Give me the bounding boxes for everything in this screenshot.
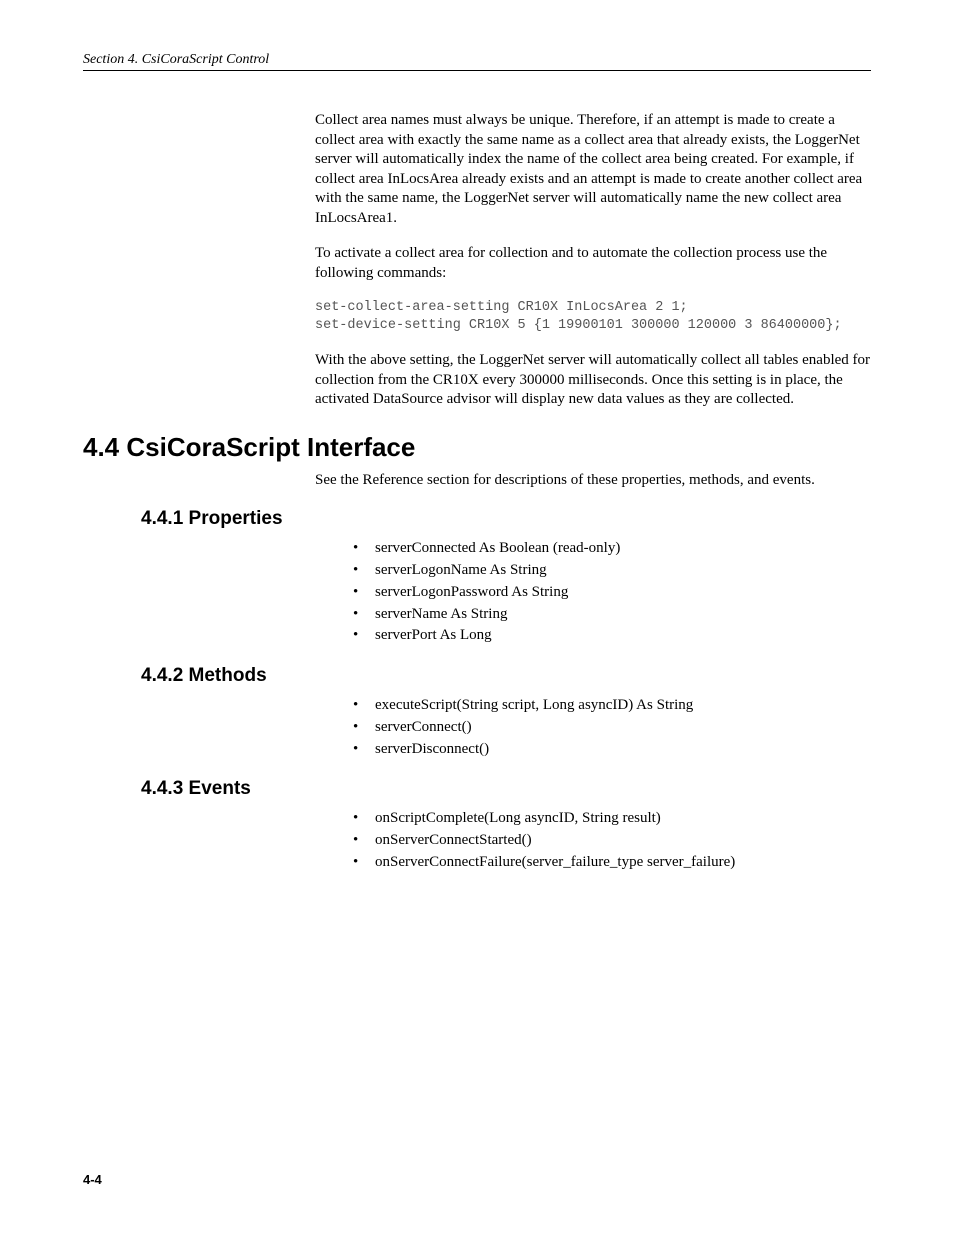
- heading-events: 4.4.3 Events: [141, 778, 871, 800]
- list-item: executeScript(String script, Long asyncI…: [353, 695, 871, 717]
- header-rule: [83, 70, 871, 71]
- list-item: serverLogonPassword As String: [353, 582, 871, 604]
- properties-list: serverConnected As Boolean (read-only) s…: [83, 538, 871, 647]
- page-number: 4-4: [83, 1172, 102, 1187]
- list-item: serverDisconnect(): [353, 739, 871, 761]
- list-item: onScriptComplete(Long asyncID, String re…: [353, 808, 871, 830]
- methods-list: executeScript(String script, Long asyncI…: [83, 695, 871, 760]
- list-item: onServerConnectFailure(server_failure_ty…: [353, 852, 871, 874]
- code-block-commands: set-collect-area-setting CR10X InLocsAre…: [315, 299, 871, 335]
- heading-methods: 4.4.2 Methods: [141, 665, 871, 687]
- list-item: serverConnect(): [353, 717, 871, 739]
- paragraph-see-reference: See the Reference section for descriptio…: [315, 471, 871, 491]
- list-item: serverLogonName As String: [353, 560, 871, 582]
- heading-properties: 4.4.1 Properties: [141, 508, 871, 530]
- list-item: onServerConnectStarted(): [353, 830, 871, 852]
- heading-csicorascript-interface: 4.4 CsiCoraScript Interface: [83, 432, 871, 463]
- paragraph-activate-commands: To activate a collect area for collectio…: [315, 244, 871, 283]
- list-item: serverConnected As Boolean (read-only): [353, 538, 871, 560]
- events-list: onScriptComplete(Long asyncID, String re…: [83, 808, 871, 873]
- paragraph-collect-area-unique: Collect area names must always be unique…: [315, 111, 871, 228]
- page: Section 4. CsiCoraScript Control Collect…: [0, 0, 954, 1235]
- list-item: serverName As String: [353, 604, 871, 626]
- running-header: Section 4. CsiCoraScript Control: [83, 52, 871, 68]
- list-item: serverPort As Long: [353, 625, 871, 647]
- paragraph-with-above-setting: With the above setting, the LoggerNet se…: [315, 351, 871, 410]
